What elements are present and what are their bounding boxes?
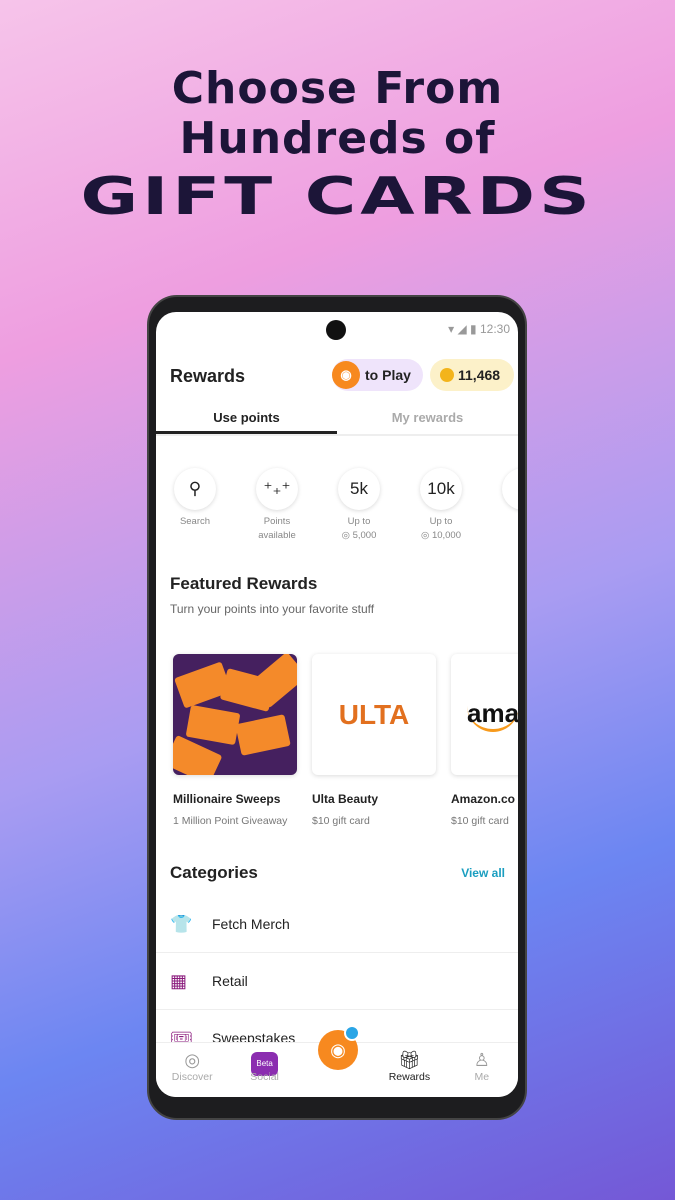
sparkle-icon: ⁺₊⁺ bbox=[256, 468, 298, 510]
tab-use-points[interactable]: Use points bbox=[156, 400, 337, 434]
nav-me[interactable]: ♙ Me bbox=[446, 1043, 518, 1097]
headline: Choose From Hundreds of GIFT CARDS bbox=[0, 64, 675, 230]
card-sub: $10 gift card bbox=[312, 815, 370, 827]
store-icon: ▦ bbox=[170, 970, 188, 991]
gift-icon: 🎁︎ bbox=[397, 1050, 421, 1070]
category-label: Retail bbox=[212, 973, 248, 989]
amazon-logo: ama bbox=[451, 654, 518, 775]
headline-line3: GIFT CARDS bbox=[80, 167, 595, 227]
chip-label: Up to bbox=[429, 516, 453, 527]
chip-value: 5k bbox=[338, 468, 380, 510]
nav-label: Rewards bbox=[388, 1071, 431, 1083]
card-name: Ulta Beauty bbox=[312, 792, 379, 806]
chip-search[interactable]: ⚲ Search bbox=[174, 468, 216, 543]
chip-sublabel: 5,000 bbox=[352, 530, 377, 541]
play-button[interactable]: ◉ to Play bbox=[332, 359, 423, 391]
card-name: Millionaire Sweeps bbox=[173, 792, 281, 806]
shirt-icon: 👕 bbox=[170, 913, 193, 934]
chip-more[interactable]: 1U bbox=[502, 468, 518, 543]
points-balance[interactable]: 11,468 bbox=[430, 359, 514, 391]
card-name: Amazon.co bbox=[451, 792, 516, 806]
camera-hole bbox=[326, 320, 346, 340]
card-sub: $10 gift card bbox=[451, 815, 509, 827]
chip-5k[interactable]: 5k Up to ◎ 5,000 bbox=[338, 468, 380, 543]
chip-label: Search bbox=[179, 516, 211, 527]
chip-label: Up to bbox=[347, 516, 371, 527]
sweeps-image bbox=[173, 654, 297, 775]
nav-label: Social bbox=[250, 1071, 279, 1083]
category-retail[interactable]: ▦ Retail bbox=[156, 953, 518, 1010]
nav-social[interactable]: Beta Social bbox=[228, 1043, 300, 1097]
headline-line2: Hundreds of bbox=[179, 113, 496, 164]
points-value: 11,468 bbox=[458, 367, 501, 383]
nav-label: Me bbox=[474, 1071, 490, 1083]
camera-icon: ◉ bbox=[332, 361, 360, 389]
reward-card[interactable]: ama Amazon.co $10 gift card bbox=[451, 654, 518, 827]
chip-10k[interactable]: 10k Up to ◎ 10,000 bbox=[420, 468, 462, 543]
chip-points-available[interactable]: ⁺₊⁺ Points available bbox=[256, 468, 298, 543]
featured-title: Featured Rewards bbox=[170, 574, 318, 593]
camera-icon: ◉ bbox=[330, 1039, 346, 1060]
categories-title: Categories bbox=[170, 863, 258, 882]
compass-icon: ◎ bbox=[184, 1050, 201, 1070]
page-title: Rewards bbox=[170, 366, 246, 386]
category-fetch-merch[interactable]: 👕 Fetch Merch bbox=[156, 896, 518, 953]
coin-icon bbox=[440, 368, 454, 382]
chip-value: 1 bbox=[502, 468, 518, 510]
chip-sublabel: 10,000 bbox=[431, 530, 461, 541]
logo-text: ama bbox=[467, 698, 518, 732]
card-sub: 1 Million Point Giveaway bbox=[173, 815, 288, 827]
nav-label: Discover bbox=[171, 1071, 213, 1083]
status-bar: ▾ ◢ ▮ 12:30 bbox=[448, 322, 510, 336]
featured-subtitle: Turn your points into your favorite stuf… bbox=[170, 602, 375, 616]
ulta-logo: ULTA bbox=[312, 654, 436, 775]
person-icon: ♙ bbox=[473, 1050, 490, 1070]
nav-discover[interactable]: ◎ Discover bbox=[156, 1043, 228, 1097]
nav-rewards[interactable]: 🎁︎ Rewards bbox=[373, 1043, 445, 1097]
chip-value: 10k bbox=[420, 468, 462, 510]
category-label: Fetch Merch bbox=[212, 916, 290, 932]
tabs: Use points My rewards bbox=[156, 400, 518, 436]
headline-line1: Choose From bbox=[171, 63, 504, 114]
filter-chips: ⚲ Search ⁺₊⁺ Points available 5k Up to ◎ 5,00… bbox=[174, 468, 518, 543]
chip-sublabel: available bbox=[258, 530, 296, 541]
view-all-link[interactable]: View all bbox=[461, 866, 505, 880]
status-time: 12:30 bbox=[479, 322, 510, 336]
receipt-badge-icon bbox=[344, 1025, 360, 1041]
chip-label: Points bbox=[263, 516, 291, 527]
search-icon: ⚲ bbox=[174, 468, 216, 510]
play-label: to Play bbox=[365, 367, 411, 383]
tab-my-rewards[interactable]: My rewards bbox=[337, 400, 518, 434]
reward-card[interactable]: ULTA Ulta Beauty $10 gift card bbox=[312, 654, 436, 827]
people-icon: Beta bbox=[228, 1049, 300, 1076]
bottom-nav: ◎ Discover Beta Social 🎁︎ Rewards ♙ Me ◉ bbox=[156, 1025, 518, 1097]
reward-card[interactable]: Millionaire Sweeps 1 Million Point Givea… bbox=[173, 654, 297, 827]
phone-screen: ▾ ◢ ▮ 12:30 Rewards ◉ to Play 11,468 Use … bbox=[156, 312, 518, 1097]
featured-cards: Millionaire Sweeps 1 Million Point Givea… bbox=[173, 654, 518, 827]
logo-text: ULTA bbox=[338, 698, 410, 730]
